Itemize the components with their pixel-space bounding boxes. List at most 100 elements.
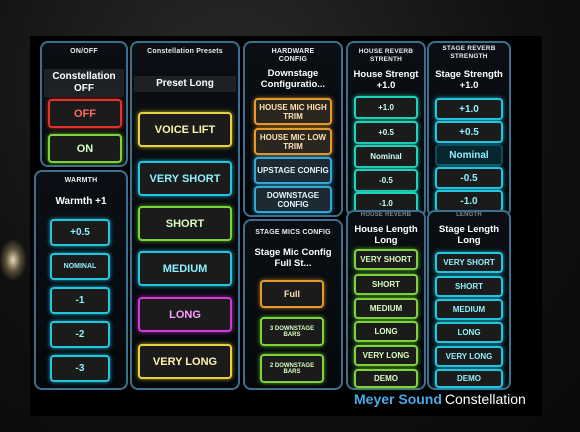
preset-long-button[interactable]: LONG bbox=[138, 297, 232, 332]
stage-mic-full-button[interactable]: Full bbox=[260, 280, 324, 308]
house-mic-high-trim-button[interactable]: HOUSE MIC HIGH TRIM bbox=[254, 98, 332, 125]
downstage-config-button[interactable]: DOWNSTAGE CONFIG bbox=[254, 186, 332, 213]
warmth-minus-1-label: -1 bbox=[75, 295, 85, 306]
stage-length-short-button[interactable]: SHORT bbox=[435, 276, 503, 297]
house-reverb-strength-title: HOUSE REVERB STRENTH bbox=[358, 48, 414, 63]
preset-voice-lift-button[interactable]: VOICE LIFT bbox=[138, 112, 232, 147]
house-length-very-long-label: VERY LONG bbox=[362, 351, 410, 360]
warmth-minus-2-button[interactable]: -2 bbox=[50, 321, 110, 348]
downstage-config-label: DOWNSTAGE CONFIG bbox=[266, 190, 320, 209]
stage-length-very-long-button[interactable]: VERY LONG bbox=[435, 346, 503, 367]
on-off-panel: ON/OFF Constellation OFF OFF ON bbox=[40, 41, 128, 167]
stage-strength-minus-10-button[interactable]: -1.0 bbox=[435, 190, 503, 212]
warmth-nominal-button[interactable]: NOMINAL bbox=[50, 253, 110, 280]
stage-strength-minus-10-label: -1.0 bbox=[460, 195, 478, 207]
off-button[interactable]: OFF bbox=[48, 99, 122, 128]
stage-length-demo-button[interactable]: DEMO bbox=[435, 369, 503, 388]
upstage-config-label: UPSTAGE CONFIG bbox=[257, 166, 329, 175]
stage-strength-status: Stage Strength +1.0 bbox=[435, 69, 503, 91]
stage-mics-config-panel: STAGE MICS CONFIG Stage Mic Config Full … bbox=[243, 219, 343, 390]
stage-length-very-short-button[interactable]: VERY SHORT bbox=[435, 252, 503, 273]
preset-medium-label: MEDIUM bbox=[162, 262, 208, 275]
stage-length-medium-label: MEDIUM bbox=[452, 305, 486, 314]
house-strength-plus-05-label: +0.5 bbox=[378, 128, 394, 137]
house-length-very-short-label: VERY SHORT bbox=[360, 255, 412, 264]
stage-strength-plus-10-button[interactable]: +1.0 bbox=[435, 98, 503, 120]
stage-length-long-button[interactable]: LONG bbox=[435, 322, 503, 343]
stage-reverb-strength-title: STAGE REVERB STRENGTH bbox=[442, 45, 496, 60]
house-strength-minus-05-label: -0.5 bbox=[379, 176, 393, 185]
off-button-label: OFF bbox=[74, 107, 96, 120]
house-strength-plus-10-label: +1.0 bbox=[378, 103, 394, 112]
two-downstage-bars-button[interactable]: 2 DOWNSTAGE BARS bbox=[260, 354, 324, 383]
stage-strength-plus-10-label: +1.0 bbox=[459, 103, 479, 115]
on-button-label: ON bbox=[76, 142, 94, 155]
constellation-status: Constellation OFF bbox=[44, 69, 124, 97]
stage-strength-minus-05-button[interactable]: -0.5 bbox=[435, 167, 503, 189]
presets-title: Constellation Presets bbox=[147, 48, 223, 55]
stage-strength-plus-05-button[interactable]: +0.5 bbox=[435, 121, 503, 143]
stage-reverb-length-panel: LENGTH Stage Length Long VERY SHORT SHOR… bbox=[427, 210, 511, 390]
house-length-medium-label: MEDIUM bbox=[369, 304, 403, 313]
presets-panel: Constellation Presets Preset Long VOICE … bbox=[130, 41, 240, 390]
warmth-plus-05-button[interactable]: +0.5 bbox=[50, 219, 110, 246]
warmth-minus-2-label: -2 bbox=[75, 329, 85, 340]
warmth-minus-3-label: -3 bbox=[75, 363, 85, 374]
stage-strength-nominal-button[interactable]: Nominal bbox=[435, 144, 503, 166]
warmth-plus-05-label: +0.5 bbox=[70, 227, 90, 238]
light-reflection bbox=[0, 240, 26, 280]
house-length-short-button[interactable]: SHORT bbox=[354, 274, 418, 295]
stage-mic-full-label: Full bbox=[284, 289, 300, 299]
house-strength-nominal-label: Nominal bbox=[370, 152, 402, 161]
house-mic-low-trim-label: HOUSE MIC LOW TRIM bbox=[259, 132, 327, 151]
stage-strength-nominal-label: Nominal bbox=[449, 149, 489, 161]
preset-very-short-button[interactable]: VERY SHORT bbox=[138, 161, 232, 196]
preset-very-long-button[interactable]: VERY LONG bbox=[138, 344, 232, 379]
hardware-config-title: HARDWARE CONFIG bbox=[271, 48, 315, 63]
stage-reverb-strength-panel: STAGE REVERB STRENGTH Stage Strength +1.… bbox=[427, 41, 511, 217]
brand-company: Meyer Sound bbox=[354, 391, 442, 407]
preset-very-long-label: VERY LONG bbox=[152, 355, 218, 368]
preset-voice-lift-label: VOICE LIFT bbox=[154, 123, 216, 136]
house-length-long-label: LONG bbox=[374, 327, 398, 336]
preset-very-short-label: VERY SHORT bbox=[149, 172, 221, 185]
preset-short-button[interactable]: SHORT bbox=[138, 206, 232, 241]
house-reverb-length-title: HOUSE REVERB LENGTH bbox=[360, 212, 412, 218]
house-length-demo-label: DEMO bbox=[374, 374, 398, 383]
house-strength-minus-10-label: -1.0 bbox=[379, 199, 393, 208]
three-downstage-bars-button[interactable]: 3 DOWNSTAGE BARS bbox=[260, 317, 324, 346]
three-downstage-bars-label: 3 DOWNSTAGE BARS bbox=[269, 325, 315, 338]
brand-product: Constellation bbox=[444, 391, 526, 407]
warmth-minus-3-button[interactable]: -3 bbox=[50, 355, 110, 382]
preset-medium-button[interactable]: MEDIUM bbox=[138, 251, 232, 286]
on-button[interactable]: ON bbox=[48, 134, 122, 163]
house-mic-low-trim-button[interactable]: HOUSE MIC LOW TRIM bbox=[254, 128, 332, 155]
two-downstage-bars-label: 2 DOWNSTAGE BARS bbox=[269, 362, 315, 375]
house-length-very-short-button[interactable]: VERY SHORT bbox=[354, 249, 418, 270]
house-mic-high-trim-label: HOUSE MIC HIGH TRIM bbox=[259, 102, 327, 121]
house-length-demo-button[interactable]: DEMO bbox=[354, 369, 418, 388]
house-reverb-strength-panel: HOUSE REVERB STRENTH House Strengt +1.0 … bbox=[346, 41, 426, 217]
house-length-very-long-button[interactable]: VERY LONG bbox=[354, 345, 418, 366]
preset-long-label: LONG bbox=[169, 308, 201, 321]
warmth-panel: WARMTH Warmth +1 +0.5 NOMINAL -1 -2 -3 bbox=[34, 170, 128, 390]
hardware-config-panel: HARDWARE CONFIG Downstage Configuratio..… bbox=[243, 41, 343, 217]
house-strength-plus-10-button[interactable]: +1.0 bbox=[354, 96, 418, 119]
house-length-medium-button[interactable]: MEDIUM bbox=[354, 298, 418, 319]
stage-reverb-length-title: LENGTH bbox=[456, 212, 482, 218]
house-strength-plus-05-button[interactable]: +0.5 bbox=[354, 121, 418, 144]
preset-status: Preset Long bbox=[134, 76, 236, 92]
stage-mics-config-title: STAGE MICS CONFIG bbox=[255, 229, 331, 236]
warmth-minus-1-button[interactable]: -1 bbox=[50, 287, 110, 314]
stage-length-long-label: LONG bbox=[457, 328, 481, 337]
stage-strength-plus-05-label: +0.5 bbox=[459, 126, 479, 138]
warmth-nominal-label: NOMINAL bbox=[63, 263, 97, 270]
stage-length-medium-button[interactable]: MEDIUM bbox=[435, 299, 503, 320]
house-length-long-button[interactable]: LONG bbox=[354, 321, 418, 342]
house-strength-nominal-button[interactable]: Nominal bbox=[354, 145, 418, 168]
warmth-status: Warmth +1 bbox=[55, 196, 107, 207]
house-strength-status: House Strengt +1.0 bbox=[353, 69, 419, 91]
stage-length-very-short-label: VERY SHORT bbox=[443, 258, 495, 267]
upstage-config-button[interactable]: UPSTAGE CONFIG bbox=[254, 157, 332, 184]
house-strength-minus-05-button[interactable]: -0.5 bbox=[354, 169, 418, 192]
